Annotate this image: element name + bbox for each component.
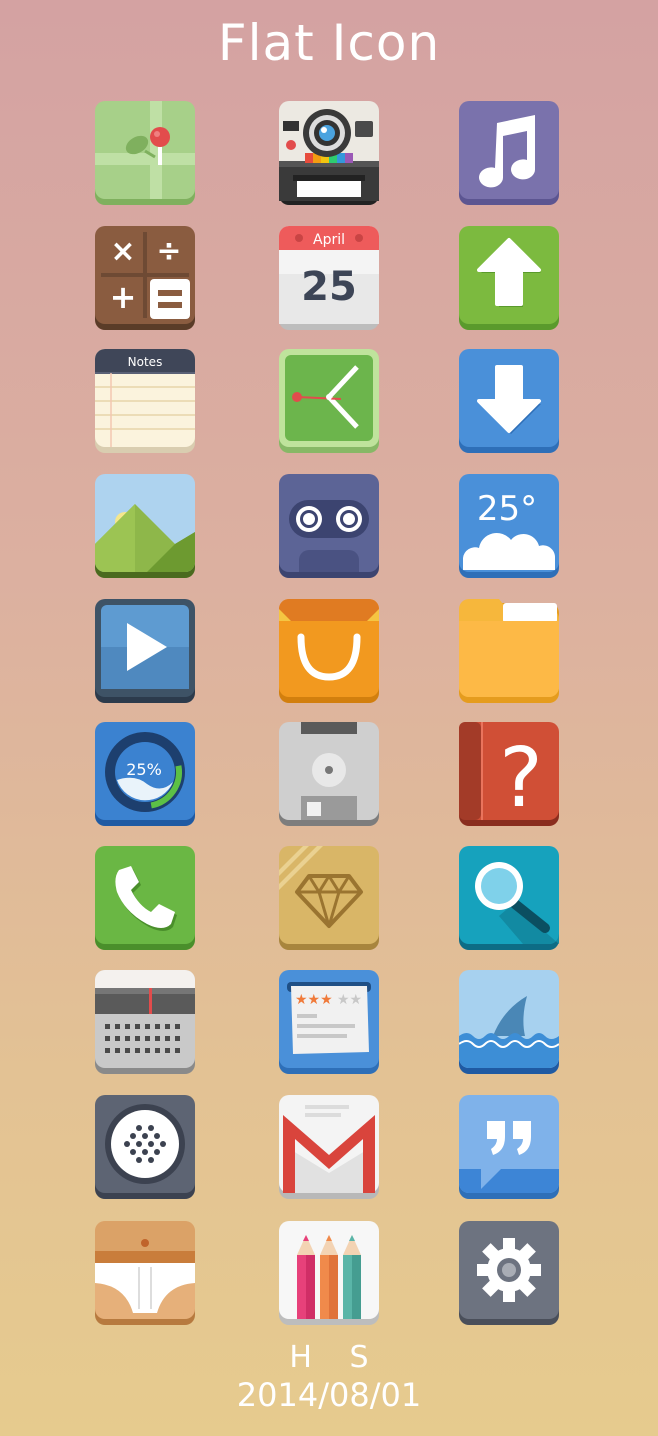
floppy-disk-icon[interactable] — [279, 722, 379, 826]
music-icon[interactable] — [459, 101, 559, 205]
help-book-icon[interactable]: ? — [459, 722, 559, 826]
pencils-icon[interactable] — [279, 1221, 379, 1325]
svg-text:÷: ÷ — [156, 234, 181, 269]
calendar-month-label: April — [313, 232, 345, 248]
shopping-bag-icon[interactable] — [279, 599, 379, 703]
video-player-icon[interactable] — [95, 599, 195, 703]
download-icon[interactable] — [459, 349, 559, 453]
weather-icon[interactable]: 25° — [459, 474, 559, 578]
calendar-day-label: 25 — [301, 264, 357, 310]
settings-gear-icon[interactable] — [459, 1221, 559, 1325]
upload-icon[interactable] — [459, 226, 559, 330]
storage-percent-label: 25% — [126, 760, 162, 779]
radio-icon[interactable] — [95, 970, 195, 1074]
weather-temperature-label: 25° — [477, 489, 537, 529]
speaker-icon[interactable] — [95, 1095, 195, 1199]
svg-text:★★: ★★ — [337, 992, 362, 1008]
gallery-icon[interactable] — [95, 474, 195, 578]
rating-card-icon[interactable]: ★★★ ★★ — [279, 970, 379, 1074]
quote-message-icon[interactable] — [459, 1095, 559, 1199]
shark-icon[interactable] — [459, 970, 559, 1074]
svg-text:?: ? — [499, 731, 543, 826]
underwear-icon[interactable] — [95, 1221, 195, 1325]
notes-icon[interactable]: Notes — [95, 349, 195, 453]
cassette-icon[interactable] — [279, 474, 379, 578]
folder-icon[interactable] — [459, 599, 559, 703]
calendar-icon[interactable]: April 25 — [279, 226, 379, 330]
maps-icon[interactable] — [95, 101, 195, 205]
calculator-icon[interactable]: × ÷ + — [95, 226, 195, 330]
page-title: Flat Icon — [217, 14, 441, 72]
svg-text:×: × — [110, 234, 135, 269]
svg-text:+: + — [110, 278, 137, 316]
svg-text:★★★: ★★★ — [295, 992, 333, 1008]
notes-label: Notes — [128, 355, 163, 369]
storage-gauge-icon[interactable]: 25% — [95, 722, 195, 826]
diamond-icon[interactable] — [279, 846, 379, 950]
phone-icon[interactable] — [95, 846, 195, 950]
clock-icon[interactable] — [279, 349, 379, 453]
camera-icon[interactable] — [279, 101, 379, 205]
gmail-icon[interactable] — [279, 1095, 379, 1199]
search-icon[interactable] — [459, 846, 559, 950]
date-label: 2014/08/01 — [236, 1376, 422, 1414]
author-initials: H S — [289, 1340, 383, 1375]
